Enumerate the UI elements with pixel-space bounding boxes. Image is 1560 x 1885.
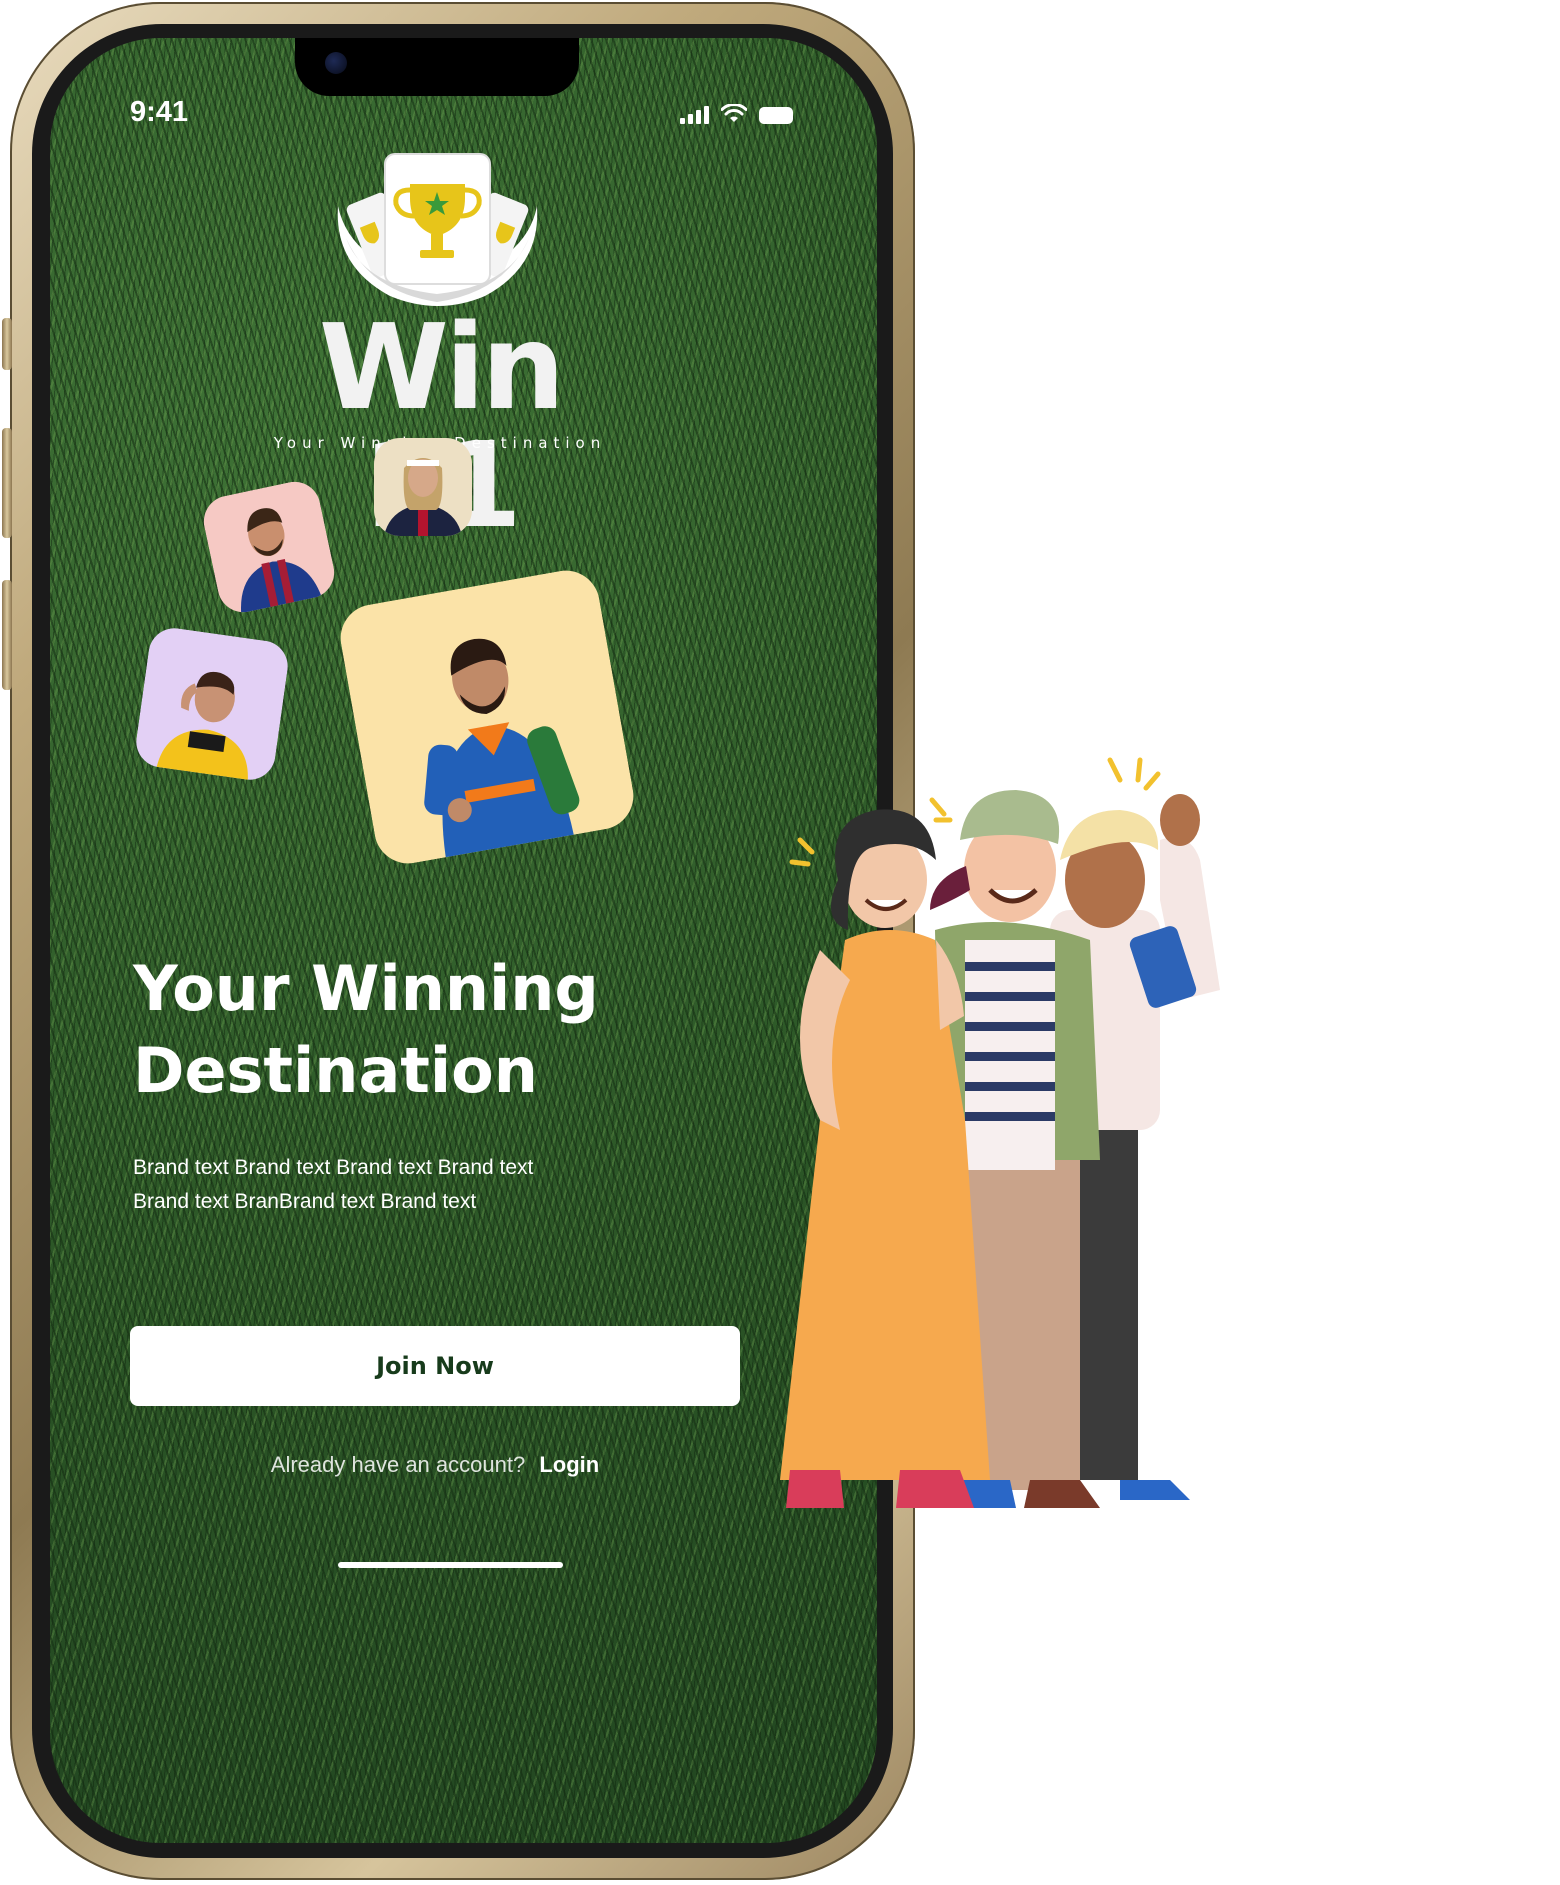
status-icons — [680, 104, 793, 124]
wifi-icon — [721, 104, 747, 122]
cricketer-avatar-icon — [335, 565, 639, 869]
player-card-footballer — [199, 477, 339, 617]
handball-player-avatar-icon — [374, 438, 472, 536]
join-now-button[interactable]: Join Now — [130, 1326, 740, 1406]
status-time: 9:41 — [130, 96, 189, 128]
app-screen: 9:41 Win Your Destination Your Winning D… — [50, 38, 877, 1843]
login-row: Already have an account? Login — [130, 1452, 740, 1478]
mockup-stage: 9:41 Win Your Destination Your Winning D… — [0, 0, 1560, 1885]
volume-up-button — [2, 428, 12, 538]
notch — [295, 38, 579, 96]
silent-switch — [2, 318, 12, 370]
description-line-1: Brand text Brand text Brand text Brand t… — [133, 1156, 534, 1179]
player-card-handball — [374, 438, 472, 536]
player-card-cricketer — [335, 565, 639, 869]
brand-description: Brand text Brand text Brand text Brand t… — [133, 1151, 673, 1219]
headline: Your Winning Destination — [133, 948, 753, 1112]
description-line-2: Brand text BranBrand text Brand text — [133, 1190, 477, 1213]
friends-selfie-illustration — [780, 757, 1220, 1508]
volume-down-button — [2, 580, 12, 690]
player-card-volleyball — [132, 624, 292, 784]
footballer-avatar-icon — [199, 477, 339, 617]
trophy-icon — [337, 153, 538, 306]
headline-line-2: Destination — [133, 1034, 538, 1107]
login-prompt: Already have an account? — [270, 1452, 526, 1477]
login-link[interactable]: Login — [539, 1452, 599, 1477]
front-camera-icon — [325, 52, 347, 74]
headline-line-1: Your Winning — [133, 952, 599, 1025]
battery-icon — [759, 107, 793, 124]
cellular-signal-icon — [680, 106, 709, 124]
volleyball-player-avatar-icon — [132, 624, 292, 784]
home-indicator[interactable] — [338, 1562, 563, 1568]
